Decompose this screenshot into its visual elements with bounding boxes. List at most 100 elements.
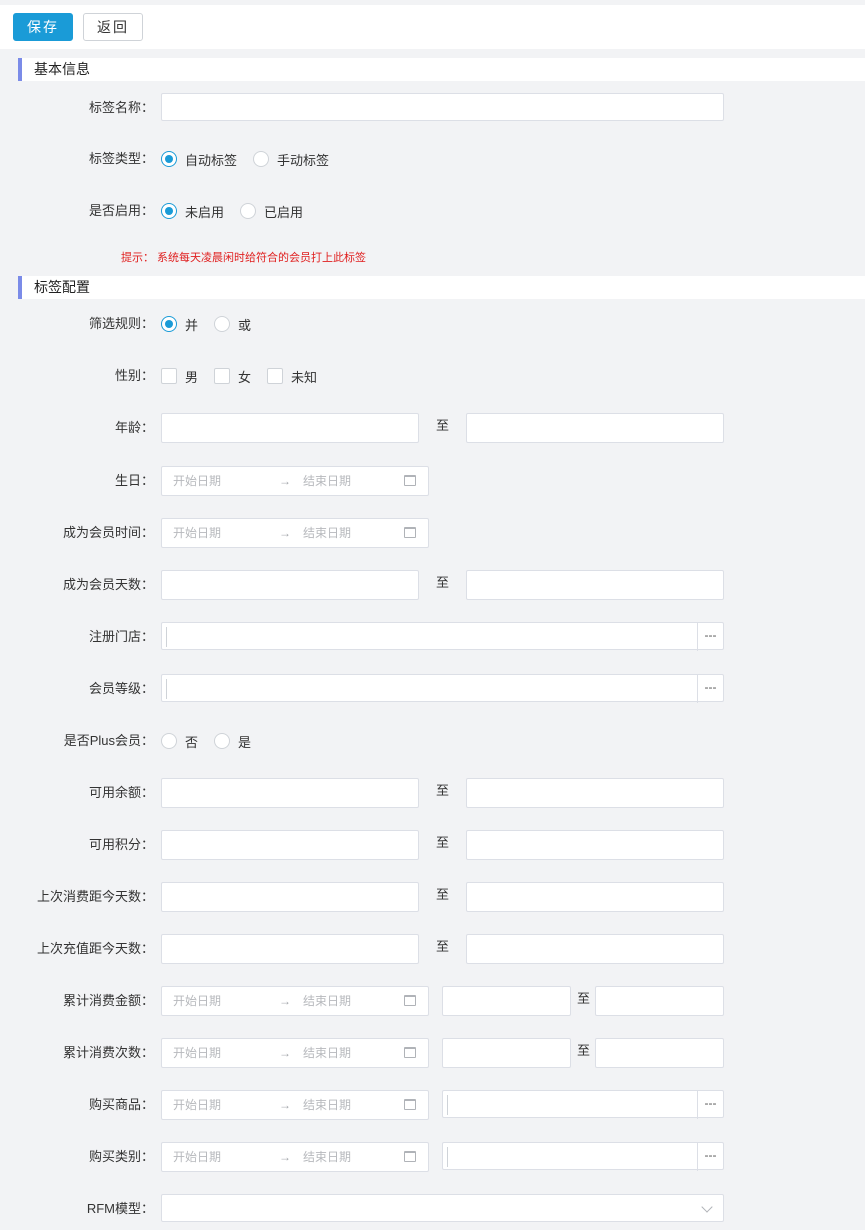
radio-checked-icon[interactable]	[161, 316, 177, 332]
birthday-date-range[interactable]: 开始日期 → 结束日期	[161, 466, 429, 496]
gender-unknown-label: 未知	[291, 369, 318, 385]
member-time-label: 成为会员时间：	[62, 525, 154, 540]
goods-date-range[interactable]: 开始日期 → 结束日期	[161, 1090, 429, 1120]
tag-name-label: 标签名称：	[88, 100, 154, 115]
gender-unknown-option[interactable]: 未知	[267, 367, 317, 386]
tag-type-label: 标签类型：	[88, 151, 154, 166]
start-date-placeholder: 开始日期	[173, 1150, 222, 1164]
more-icon[interactable]: ---	[697, 1091, 723, 1119]
plus-yes-option[interactable]: 是	[214, 732, 251, 751]
to-text: 至	[436, 939, 450, 954]
row-last-consume: 上次消费距今天数： 至	[0, 882, 865, 912]
end-date-placeholder: 结束日期	[303, 526, 352, 540]
points-min-input[interactable]	[161, 830, 419, 860]
total-amount-max-input[interactable]	[595, 986, 724, 1016]
last-consume-max-input[interactable]	[466, 882, 724, 912]
member-level-lookup[interactable]: ---	[161, 674, 724, 703]
total-count-date-range[interactable]: 开始日期 → 结束日期	[161, 1038, 429, 1068]
row-member-level: 会员等级： ---	[0, 674, 865, 704]
arrow-right-icon: →	[279, 1150, 291, 1164]
tag-type-auto-option[interactable]: 自动标签	[161, 150, 237, 169]
register-store-label: 注册门店：	[88, 629, 154, 644]
back-button[interactable]: 返回	[83, 13, 143, 41]
enabled-on-option[interactable]: 已启用	[240, 202, 303, 221]
row-rfm: RFM模型：	[0, 1194, 865, 1224]
enabled-radio-group: 未启用 已启用	[161, 196, 319, 226]
row-plus-member: 是否Plus会员： 否 是	[0, 726, 865, 756]
row-member-time: 成为会员时间： 开始日期 → 结束日期	[0, 518, 865, 548]
radio-unchecked-icon[interactable]	[161, 733, 177, 749]
points-max-input[interactable]	[466, 830, 724, 860]
member-days-min-input[interactable]	[161, 570, 419, 600]
total-amount-label: 累计消费金额：	[62, 993, 154, 1008]
balance-min-input[interactable]	[161, 778, 419, 808]
gender-male-option[interactable]: 男	[161, 367, 198, 386]
text-cursor	[166, 627, 167, 647]
arrow-right-icon: →	[279, 526, 291, 540]
age-max-input[interactable]	[466, 413, 724, 443]
row-balance: 可用余额： 至	[0, 778, 865, 808]
row-tag-name: 标签名称：	[0, 93, 865, 123]
gender-male-label: 男	[185, 369, 199, 385]
last-recharge-max-input[interactable]	[466, 934, 724, 964]
total-amount-min-input[interactable]	[442, 986, 571, 1016]
row-tag-type: 标签类型： 自动标签 手动标签	[0, 144, 865, 174]
checkbox-icon[interactable]	[161, 368, 177, 384]
plus-no-label: 否	[185, 734, 199, 750]
more-icon[interactable]: ---	[697, 675, 723, 703]
row-member-days: 成为会员天数： 至	[0, 570, 865, 600]
row-last-recharge: 上次充值距今天数： 至	[0, 934, 865, 964]
category-date-range[interactable]: 开始日期 → 结束日期	[161, 1142, 429, 1172]
calendar-icon	[404, 1047, 416, 1058]
more-icon[interactable]: ---	[697, 623, 723, 651]
member-time-date-range[interactable]: 开始日期 → 结束日期	[161, 518, 429, 548]
age-min-input[interactable]	[161, 413, 419, 443]
last-consume-min-input[interactable]	[161, 882, 419, 912]
member-days-max-input[interactable]	[466, 570, 724, 600]
end-date-placeholder: 结束日期	[303, 1098, 352, 1112]
gender-female-option[interactable]: 女	[214, 367, 251, 386]
arrow-right-icon: →	[279, 474, 291, 488]
member-days-label: 成为会员天数：	[62, 577, 154, 592]
end-date-placeholder: 结束日期	[303, 1046, 352, 1060]
to-text: 至	[436, 575, 450, 590]
enabled-on-label: 已启用	[264, 204, 304, 220]
radio-checked-icon[interactable]	[161, 203, 177, 219]
tag-type-manual-option[interactable]: 手动标签	[253, 150, 329, 169]
register-store-lookup[interactable]: ---	[161, 622, 724, 651]
tag-name-input[interactable]	[161, 93, 724, 121]
rule-or-option[interactable]: 或	[214, 315, 251, 334]
radio-checked-icon[interactable]	[161, 151, 177, 167]
radio-unchecked-icon[interactable]	[240, 203, 257, 219]
last-recharge-min-input[interactable]	[161, 934, 419, 964]
row-register-store: 注册门店： ---	[0, 622, 865, 652]
hint-text: 提示： 系统每天凌晨闲时给符合的会员打上此标签	[121, 252, 367, 264]
balance-label: 可用余额：	[88, 785, 154, 800]
rfm-select[interactable]	[161, 1194, 724, 1222]
arrow-right-icon: →	[279, 1046, 291, 1060]
category-label: 购买类别：	[88, 1149, 154, 1164]
goods-lookup[interactable]: ---	[442, 1090, 724, 1119]
rule-and-option[interactable]: 并	[161, 315, 198, 334]
category-lookup[interactable]: ---	[442, 1142, 724, 1171]
total-count-max-input[interactable]	[595, 1038, 724, 1068]
more-icon[interactable]: ---	[697, 1143, 723, 1171]
end-date-placeholder: 结束日期	[303, 474, 352, 488]
radio-unchecked-icon[interactable]	[214, 733, 231, 749]
checkbox-icon[interactable]	[214, 368, 231, 384]
to-text: 至	[436, 835, 450, 850]
total-amount-date-range[interactable]: 开始日期 → 结束日期	[161, 986, 429, 1016]
balance-max-input[interactable]	[466, 778, 724, 808]
save-button[interactable]: 保存	[13, 13, 73, 41]
member-level-label: 会员等级：	[88, 681, 154, 696]
plus-no-option[interactable]: 否	[161, 732, 198, 751]
checkbox-icon[interactable]	[267, 368, 284, 384]
total-count-min-input[interactable]	[442, 1038, 571, 1068]
calendar-icon	[404, 995, 416, 1006]
start-date-placeholder: 开始日期	[173, 1046, 222, 1060]
radio-unchecked-icon[interactable]	[214, 316, 231, 332]
last-recharge-label: 上次充值距今天数：	[36, 941, 154, 956]
calendar-icon	[404, 475, 416, 486]
enabled-off-option[interactable]: 未启用	[161, 202, 224, 221]
radio-unchecked-icon[interactable]	[253, 151, 270, 167]
